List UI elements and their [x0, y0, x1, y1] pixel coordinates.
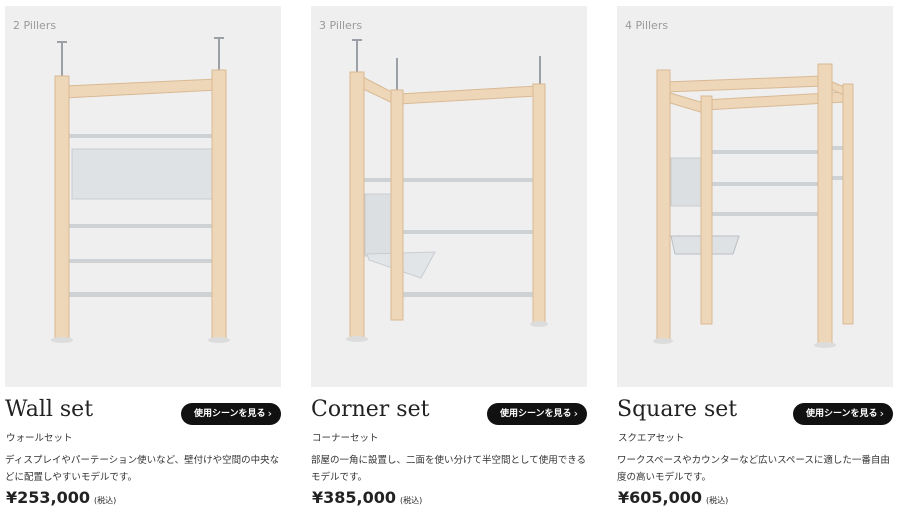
- tax-note: (税込): [94, 496, 117, 505]
- shelf-illustration-square: [653, 63, 854, 348]
- product-title: Square set: [617, 397, 738, 422]
- product-price: ¥253,000 (税込): [6, 488, 116, 507]
- price-value: ¥605,000: [618, 488, 703, 507]
- product-description: ディスプレイやパーテーション使いなど、壁付けや空間の中央などに配置しやすいモデル…: [5, 455, 280, 483]
- shelf-illustration-corner: [346, 39, 548, 342]
- product-title: Corner set: [311, 397, 430, 422]
- product-image-wall-set[interactable]: 2 Pillers: [5, 6, 281, 387]
- product-image-square-set[interactable]: 4 Pillers: [617, 6, 893, 387]
- product-kana: スクエアセット: [618, 433, 685, 444]
- pillers-label: 4 Pillers: [625, 19, 669, 32]
- shelf-illustration-wall: [51, 37, 230, 343]
- view-usage-button[interactable]: 使用シーンを見る ›: [181, 403, 281, 425]
- product-kana: コーナーセット: [312, 433, 379, 444]
- view-usage-button-label: 使用シーンを見る: [500, 409, 572, 419]
- chevron-right-icon: ›: [879, 407, 884, 420]
- product-description: 部屋の一角に設置し、二面を使い分けて半空間として使用できるモデルです。: [311, 455, 587, 483]
- view-usage-button[interactable]: 使用シーンを見る ›: [487, 403, 587, 425]
- product-image-corner-set[interactable]: 3 Pillers: [311, 6, 587, 387]
- product-title: Wall set: [5, 397, 94, 422]
- chevron-right-icon: ›: [573, 407, 578, 420]
- product-card-square-set: 4 Pillers Square set スクエアセット 使用シーンを見る › …: [617, 0, 893, 513]
- chevron-right-icon: ›: [267, 407, 272, 420]
- product-card-corner-set: 3 Pillers Corner set コーナーセット 使用シーンを見る › …: [311, 0, 587, 513]
- pillers-label: 3 Pillers: [319, 19, 363, 32]
- tax-note: (税込): [706, 496, 729, 505]
- view-usage-button-label: 使用シーンを見る: [194, 409, 266, 419]
- price-value: ¥385,000: [312, 488, 397, 507]
- view-usage-button[interactable]: 使用シーンを見る ›: [793, 403, 893, 425]
- product-price: ¥605,000 (税込): [618, 488, 728, 507]
- tax-note: (税込): [400, 496, 423, 505]
- product-kana: ウォールセット: [6, 433, 73, 444]
- price-value: ¥253,000: [6, 488, 91, 507]
- view-usage-button-label: 使用シーンを見る: [806, 409, 878, 419]
- product-card-wall-set: 2 Pillers Wall set ウォールセット 使用シーンを見る › ディ…: [5, 0, 281, 513]
- product-description: ワークスペースやカウンターなど広いスペースに適した一番自由度の高いモデルです。: [617, 455, 890, 483]
- product-price: ¥385,000 (税込): [312, 488, 422, 507]
- pillers-label: 2 Pillers: [13, 19, 57, 32]
